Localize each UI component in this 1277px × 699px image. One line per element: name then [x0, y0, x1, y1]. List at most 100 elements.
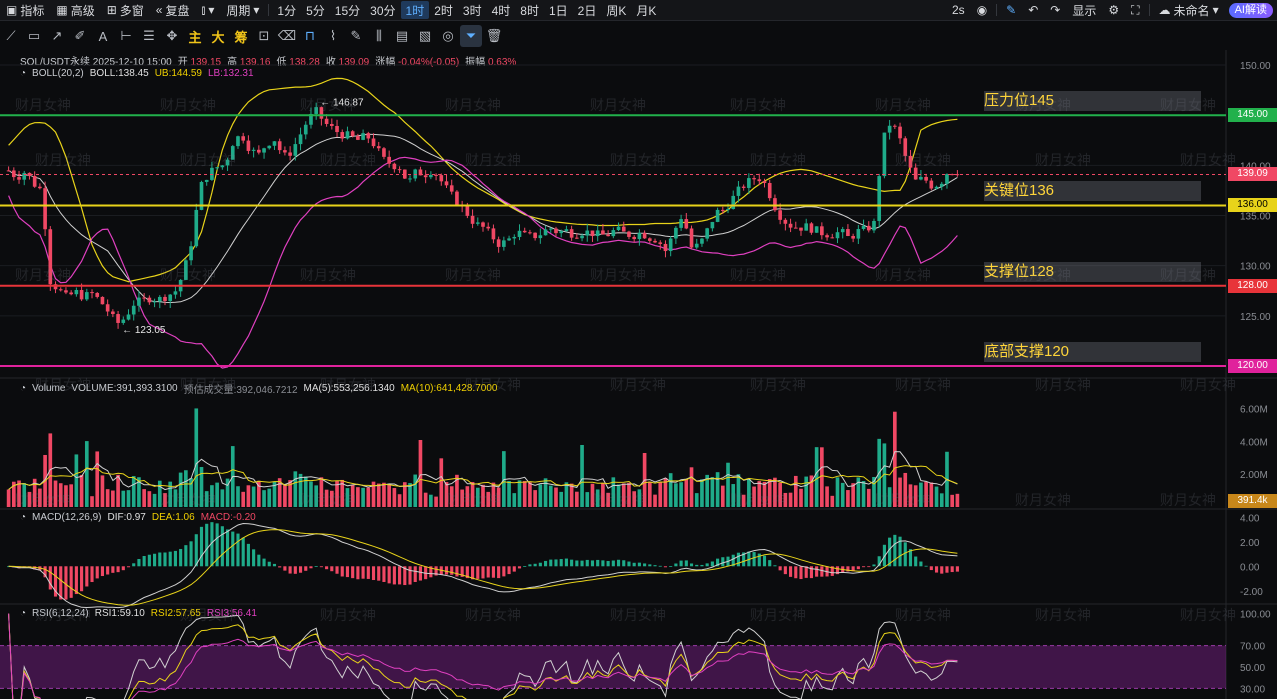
candle-body: [324, 118, 329, 124]
volume-bar: [314, 485, 319, 507]
volume-bar: [621, 483, 626, 507]
candle-body: [361, 133, 365, 140]
macd-histogram-bar: [95, 566, 99, 579]
volume-bar: [366, 487, 371, 507]
candle-body: [48, 229, 53, 285]
macd-histogram-bar: [950, 566, 954, 573]
volume-bar: [361, 487, 365, 507]
low-annotation: ← 123.05: [122, 325, 166, 336]
candle-body: [496, 239, 501, 247]
macd-histogram-bar: [147, 554, 151, 567]
candle-body: [387, 156, 391, 164]
volume-bar: [173, 489, 178, 507]
volume-bar: [778, 482, 782, 507]
volume-bar: [710, 477, 715, 507]
volume-bar: [799, 488, 803, 507]
macd-histogram-bar: [476, 566, 480, 579]
candle-body: [168, 294, 173, 302]
volume-bar: [632, 491, 637, 507]
macd-histogram-bar: [596, 559, 600, 567]
macd-histogram-bar: [601, 560, 605, 567]
volume-bar: [90, 496, 94, 507]
macd-histogram-bar: [413, 566, 417, 583]
candle-body: [585, 230, 590, 236]
macd-histogram-bar: [789, 566, 793, 577]
macd-histogram-bar: [74, 566, 78, 595]
candle-body: [184, 260, 188, 280]
volume-bar: [298, 473, 303, 507]
volume-bar: [773, 477, 777, 507]
candle-body: [449, 185, 454, 192]
candle-body: [111, 311, 115, 315]
macd-histogram-bar: [158, 552, 162, 567]
macd-histogram-bar: [69, 566, 73, 598]
macd-histogram-bar: [554, 559, 558, 567]
candle-body: [866, 225, 871, 231]
candle-body: [684, 219, 689, 229]
volume-bar: [533, 490, 537, 507]
macd-histogram-bar: [543, 560, 548, 567]
volume-bar: [246, 485, 251, 507]
candle-body: [621, 226, 626, 232]
macd-histogram-bar: [142, 556, 146, 567]
volume-bar: [84, 441, 89, 507]
candle-body: [548, 228, 553, 230]
volume-bar: [382, 482, 386, 507]
candle-body: [246, 140, 251, 151]
candle-body: [908, 155, 913, 168]
macd-histogram-bar: [272, 563, 277, 567]
volume-bar: [53, 480, 58, 507]
candle-body: [444, 181, 449, 186]
candle-body: [262, 148, 266, 153]
candle-body: [710, 221, 715, 229]
volume-bar: [413, 474, 418, 507]
volume-bar: [376, 483, 381, 507]
volume-bar: [184, 470, 188, 507]
candle-body: [319, 107, 324, 119]
candle-body: [783, 219, 788, 224]
macd-histogram-bar: [408, 566, 412, 585]
candle-body: [32, 176, 37, 187]
candle-body: [799, 227, 803, 231]
candle-body: [606, 234, 610, 237]
volume-bar: [324, 489, 329, 507]
candle-body: [653, 240, 657, 243]
candle-body: [230, 146, 235, 160]
macd-histogram-bar: [163, 552, 167, 567]
volume-bar: [767, 478, 772, 507]
volume-bar: [929, 482, 934, 507]
candle-body: [11, 170, 16, 178]
candle-body: [632, 236, 637, 240]
candle-body: [43, 188, 47, 230]
macd-histogram-bar: [924, 565, 928, 567]
macd-histogram-bar: [721, 557, 725, 567]
candle-body: [502, 240, 506, 247]
volume-bar: [283, 484, 287, 507]
macd-histogram-bar: [710, 561, 714, 567]
volume-bar: [74, 454, 79, 507]
candle-body: [533, 232, 537, 239]
candle-body: [851, 236, 855, 239]
macd-histogram-bar: [794, 566, 798, 579]
volume-bar: [100, 475, 105, 507]
candle-body: [840, 229, 845, 233]
rsi-tick-label: 50.00: [1240, 663, 1265, 674]
macd-histogram-bar: [705, 563, 709, 567]
macd-histogram-bar: [304, 566, 308, 571]
volume-bar: [27, 491, 32, 507]
volume-price-tag: 391.4k: [1228, 493, 1277, 508]
macd-histogram-bar: [491, 566, 495, 578]
candle-body: [512, 236, 517, 239]
candle-body: [580, 235, 584, 239]
candle-body: [694, 243, 699, 248]
price-tick-label: 125.00: [1240, 312, 1271, 323]
volume-bar: [345, 488, 350, 507]
candle-body: [481, 222, 485, 227]
macd-histogram-bar: [59, 566, 63, 600]
volume-bar: [434, 496, 438, 507]
candle-body: [663, 243, 668, 252]
volume-bar: [726, 462, 730, 507]
candle-body: [538, 235, 543, 239]
volume-bar: [517, 480, 522, 507]
macd-histogram-bar: [752, 552, 756, 567]
